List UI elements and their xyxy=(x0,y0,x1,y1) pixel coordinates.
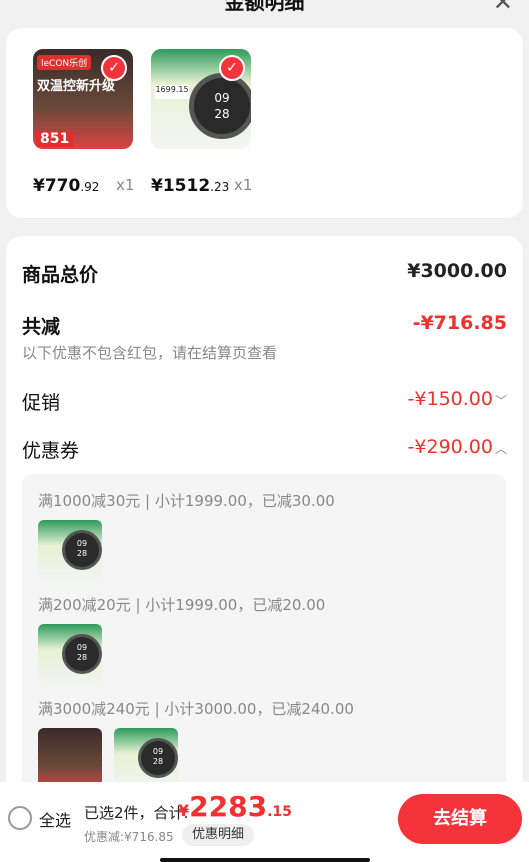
watch-minute: 28 xyxy=(76,549,88,558)
header: 金额明细 ✕ xyxy=(0,0,529,22)
watch-minute: 28 xyxy=(214,107,230,121)
reduce-value: -¥716.85 xyxy=(412,312,507,334)
item-card: leCON乐创 双温控新升级 851 ✓ 1699.15 09 28 ✓ ¥770… xyxy=(6,28,523,218)
watch-hour: 09 xyxy=(214,91,230,105)
checkout-bar: 全选 已选2件，合计: ¥2283.15 优惠减:¥716.85 优惠明细 去结… xyxy=(0,782,529,862)
check-icon[interactable]: ✓ xyxy=(101,55,127,81)
price-int: ¥1512 xyxy=(151,176,211,196)
promo-label: 促销 xyxy=(22,392,61,414)
item-price: ¥770.92 xyxy=(33,176,99,196)
total-dec: .15 xyxy=(267,804,292,820)
discount-note: 以下优惠不包含红包，请在结算页查看 xyxy=(22,344,278,362)
coupon-item-text: 满1000减30元 | 小计1999.00，已减30.00 xyxy=(38,492,335,510)
watch-minute: 28 xyxy=(152,757,164,766)
thumb-price: 851 xyxy=(36,131,74,147)
coupon-value: -¥290.00 ︿ xyxy=(408,436,507,458)
item-price: ¥1512.23 xyxy=(151,176,229,196)
coupon-item-thumbnail: 09 28 xyxy=(38,520,102,584)
watch-hour: 09 xyxy=(76,643,88,652)
price-dec: .23 xyxy=(210,180,230,194)
coupon-item-text: 满200减20元 | 小计1999.00，已减20.00 xyxy=(38,596,326,614)
watch-hour: 09 xyxy=(152,747,164,756)
reduce-label: 共减 xyxy=(22,316,61,338)
currency-symbol: ¥ xyxy=(178,801,190,820)
watch-hour: 09 xyxy=(76,539,88,548)
price-dec: .92 xyxy=(80,180,100,194)
brand-label: leCON乐创 xyxy=(37,55,92,70)
watch-image: 09 28 xyxy=(138,738,178,778)
selected-summary: 已选2件，合计: xyxy=(84,804,189,822)
product-thumbnail-watch[interactable]: 1699.15 09 28 ✓ xyxy=(151,49,251,149)
home-indicator xyxy=(160,858,370,862)
price-detail-card: 商品总价 ¥3000.00 共减 -¥716.85 以下优惠不包含红包，请在结算… xyxy=(6,236,523,796)
check-icon[interactable]: ✓ xyxy=(219,55,245,81)
watch-image: 09 28 xyxy=(189,73,251,139)
coupon-amount: -¥290.00 xyxy=(407,436,493,458)
coupon-item-text: 满3000减240元 | 小计3000.00，已减240.00 xyxy=(38,700,354,718)
thumb-headline: 双温控新升级 xyxy=(37,79,116,94)
discount-detail-button[interactable]: 优惠明细 xyxy=(182,824,255,846)
chevron-up-icon[interactable]: ︿ xyxy=(495,442,507,456)
total-value: ¥3000.00 xyxy=(407,260,507,282)
total-label: 商品总价 xyxy=(22,264,99,286)
watch-image: 09 28 xyxy=(62,634,102,674)
select-all-label[interactable]: 全选 xyxy=(39,807,71,831)
thumb-tag: 1699.15 xyxy=(155,85,189,99)
total-int: 2283 xyxy=(189,790,268,823)
checkout-button[interactable]: 去结算 xyxy=(398,794,522,844)
promo-amount: -¥150.00 xyxy=(407,388,493,410)
product-thumbnail-oven[interactable]: leCON乐创 双温控新升级 851 ✓ xyxy=(33,49,133,149)
total-amount: ¥2283.15 xyxy=(178,790,292,823)
page-title: 金额明细 xyxy=(224,0,305,14)
promo-value: -¥150.00 ﹀ xyxy=(408,388,507,410)
select-all-radio[interactable] xyxy=(8,806,32,830)
watch-image: 09 28 xyxy=(62,530,102,570)
discount-text: 优惠减:¥716.85 xyxy=(84,830,174,844)
price-int: ¥770 xyxy=(33,176,81,196)
coupon-item-thumbnail: 09 28 xyxy=(38,624,102,688)
coupon-list: 满1000减30元 | 小计1999.00，已减30.00 09 28 满200减… xyxy=(22,474,506,796)
chevron-down-icon[interactable]: ﹀ xyxy=(495,394,507,408)
item-qty: x1 xyxy=(234,176,253,194)
coupon-label: 优惠券 xyxy=(22,440,80,462)
watch-minute: 28 xyxy=(76,653,88,662)
item-qty: x1 xyxy=(116,176,135,194)
close-icon[interactable]: ✕ xyxy=(493,0,513,16)
